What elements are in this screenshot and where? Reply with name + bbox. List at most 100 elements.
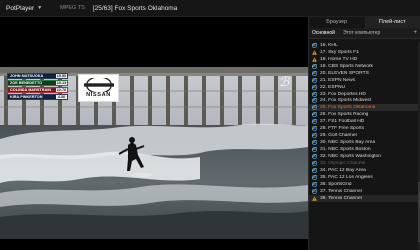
- playlist-item-label: 34. PAC 12 Bay Area: [320, 167, 366, 173]
- ie-stream-icon: [311, 139, 318, 146]
- playlist-item-label: 30. NBC Sports Bay Area: [320, 140, 376, 146]
- playlist-item-label: 38. Tennis Channel: [320, 195, 362, 201]
- playlist-item-label: 32. NBC Sports Washington: [320, 153, 381, 159]
- playlist-item[interactable]: 16. KHL: [309, 42, 419, 49]
- subtab-this-computer[interactable]: Этот компьютер: [343, 30, 380, 36]
- ie-stream-icon: [311, 91, 318, 97]
- tab-playlist[interactable]: Плей-лист: [364, 17, 420, 28]
- playlist-item[interactable]: 27. FS1 Football HD: [309, 118, 419, 125]
- playlist-item[interactable]: 17. Sky Sports F1: [309, 49, 419, 56]
- panel-tabs: Браузер Плей-лист: [309, 17, 420, 28]
- ie-stream-icon: [311, 153, 318, 160]
- playlist-item-label: 33. Olympic Channel: [320, 160, 366, 166]
- ie-stream-icon: [311, 174, 318, 180]
- add-icon[interactable]: +: [413, 30, 417, 36]
- ie-stream-icon: [311, 105, 318, 111]
- playlist-item-label: 31. NBC Sports Boston: [320, 147, 371, 153]
- playlist-item[interactable]: 26. Fox Sports Racing: [309, 111, 419, 118]
- playlist-item[interactable]: 18. Horse TV HD: [309, 56, 419, 63]
- ie-stream-icon: [311, 126, 318, 132]
- playlist-item[interactable]: 38. Tennis Channel: [309, 194, 419, 202]
- channel-watermark-icon: ℬ: [279, 75, 290, 90]
- title-bar: PotPlayer ▼ MPEG TS [25/63] Fox Sports O…: [0, 0, 420, 17]
- ie-stream-icon: [311, 133, 318, 139]
- score-row: JOHN MATSUOKA 15.50: [7, 73, 68, 79]
- playlist-item-label: 28. FTF Free Sports: [320, 126, 365, 132]
- window-controls: [380, 2, 416, 12]
- playlist-item[interactable]: 28. FTF Free Sports: [309, 125, 419, 132]
- playlist-item[interactable]: 20. ELEVEN SPORTS: [309, 70, 419, 77]
- ie-stream-icon: [311, 63, 318, 69]
- close-icon[interactable]: [408, 2, 416, 12]
- playlist-item-label: 18. Horse TV HD: [320, 56, 358, 62]
- minimize-icon[interactable]: [380, 2, 388, 12]
- playlist-item[interactable]: 31. NBC Sports Boston: [309, 146, 419, 153]
- playlist-item-label: 17. Sky Sports F1: [320, 49, 359, 55]
- athlete-score: 4.30: [56, 95, 67, 99]
- ie-stream-icon: [311, 188, 318, 194]
- athlete-score: 15.50: [56, 74, 67, 78]
- athlete-name: JOHN MATSUOKA: [10, 74, 44, 78]
- athlete-name: ZOE BENEDETTO: [10, 81, 43, 85]
- playlist-item[interactable]: 36. SportsGrid: [309, 181, 419, 188]
- format-label: MPEG TS: [60, 5, 85, 11]
- warning-icon: [312, 195, 317, 201]
- playlist-subtabs: Основной Этот компьютер +: [309, 28, 420, 39]
- playlist-item[interactable]: 29. Golf Channel: [309, 132, 419, 139]
- playlist-list: 16. KHL 17. Sky Sports F1 18. Horse TV HD 1…: [309, 42, 419, 202]
- playlist-item[interactable]: 35. PAC 12 Los Angeles: [309, 174, 419, 181]
- ie-stream-icon: [311, 84, 318, 90]
- athlete-score: 10.13: [56, 81, 67, 85]
- warning-icon: [312, 50, 317, 55]
- playlist-item[interactable]: 33. Olympic Channel: [309, 160, 419, 167]
- ie-stream-icon: [311, 119, 318, 125]
- app-name: PotPlayer: [6, 4, 35, 12]
- playlist-item[interactable]: 24. Fox Sports Midwest: [309, 98, 419, 105]
- athlete-name: KIRA PINKERTON: [10, 95, 43, 99]
- sponsor-name: NISSAN: [86, 92, 111, 98]
- playlist-item-label: 25. Fox Sports Oklahoma: [320, 105, 376, 111]
- video-area[interactable]: JOHN MATSUOKA 15.50 ZOE BENEDETTO 10.13 …: [0, 17, 308, 250]
- ie-stream-icon: [311, 98, 318, 104]
- ie-stream-icon: [311, 42, 318, 49]
- playlist-item-label: 29. Golf Channel: [320, 133, 357, 139]
- scorebug: JOHN MATSUOKA 15.50 ZOE BENEDETTO 10.13 …: [7, 73, 68, 101]
- playlist-item[interactable]: 37. Tennis Channel: [309, 188, 419, 195]
- playlist-item-label: 27. FS1 Football HD: [320, 119, 365, 125]
- nissan-emblem-icon: [83, 78, 114, 92]
- ie-stream-icon: [311, 70, 318, 76]
- ie-stream-icon: [311, 181, 318, 187]
- playlist-item-label: 16. KHL: [320, 42, 338, 48]
- score-row: KIRA PINKERTON 4.30: [7, 94, 68, 100]
- app-menu-button[interactable]: PotPlayer ▼: [0, 0, 46, 17]
- playlist-item-label: 36. SportsGrid: [320, 181, 352, 187]
- ie-stream-icon: [311, 160, 318, 167]
- playlist-item[interactable]: 21. ESPN News: [309, 77, 419, 84]
- chevron-down-icon: ▼: [37, 5, 43, 11]
- ie-stream-icon: [311, 77, 318, 83]
- video-frame[interactable]: JOHN MATSUOKA 15.50 ZOE BENEDETTO 10.13 …: [0, 67, 308, 239]
- athlete-name: COLINDA MARSTRAIN: [10, 88, 51, 92]
- playlist-item[interactable]: 23. Fox Deportes HD: [309, 91, 419, 98]
- playlist-item-label: 21. ESPN News: [320, 77, 356, 83]
- score-row: ZOE BENEDETTO 10.13: [7, 80, 68, 86]
- playlist-item-label: 22. ESPNU: [320, 84, 346, 90]
- playlist-item[interactable]: 30. NBC Sports Bay Area: [309, 139, 419, 146]
- playlist-item[interactable]: 25. Fox Sports Oklahoma: [309, 104, 419, 112]
- playlist-panel: Браузер Плей-лист Основной Этот компьюте…: [308, 17, 420, 250]
- ie-stream-icon: [311, 167, 318, 173]
- tab-browser[interactable]: Браузер: [309, 17, 365, 28]
- playlist-item-label: 19. CBS Sports Network: [320, 63, 374, 69]
- warning-icon: [312, 57, 317, 62]
- playlist-item[interactable]: 22. ESPNU: [309, 84, 419, 91]
- maximize-icon[interactable]: [394, 2, 402, 12]
- playlist-item-label: 23. Fox Deportes HD: [320, 91, 366, 97]
- playlist-item[interactable]: 32. NBC Sports Washington: [309, 153, 419, 160]
- athlete-score: 12.76: [56, 88, 67, 92]
- subtab-main[interactable]: Основной: [312, 30, 335, 36]
- ie-stream-icon: [311, 112, 318, 118]
- ie-stream-icon: [311, 146, 318, 153]
- playlist-item[interactable]: 34. PAC 12 Bay Area: [309, 167, 419, 174]
- sponsor-logo: NISSAN: [78, 74, 119, 102]
- playlist-item[interactable]: 19. CBS Sports Network: [309, 63, 419, 70]
